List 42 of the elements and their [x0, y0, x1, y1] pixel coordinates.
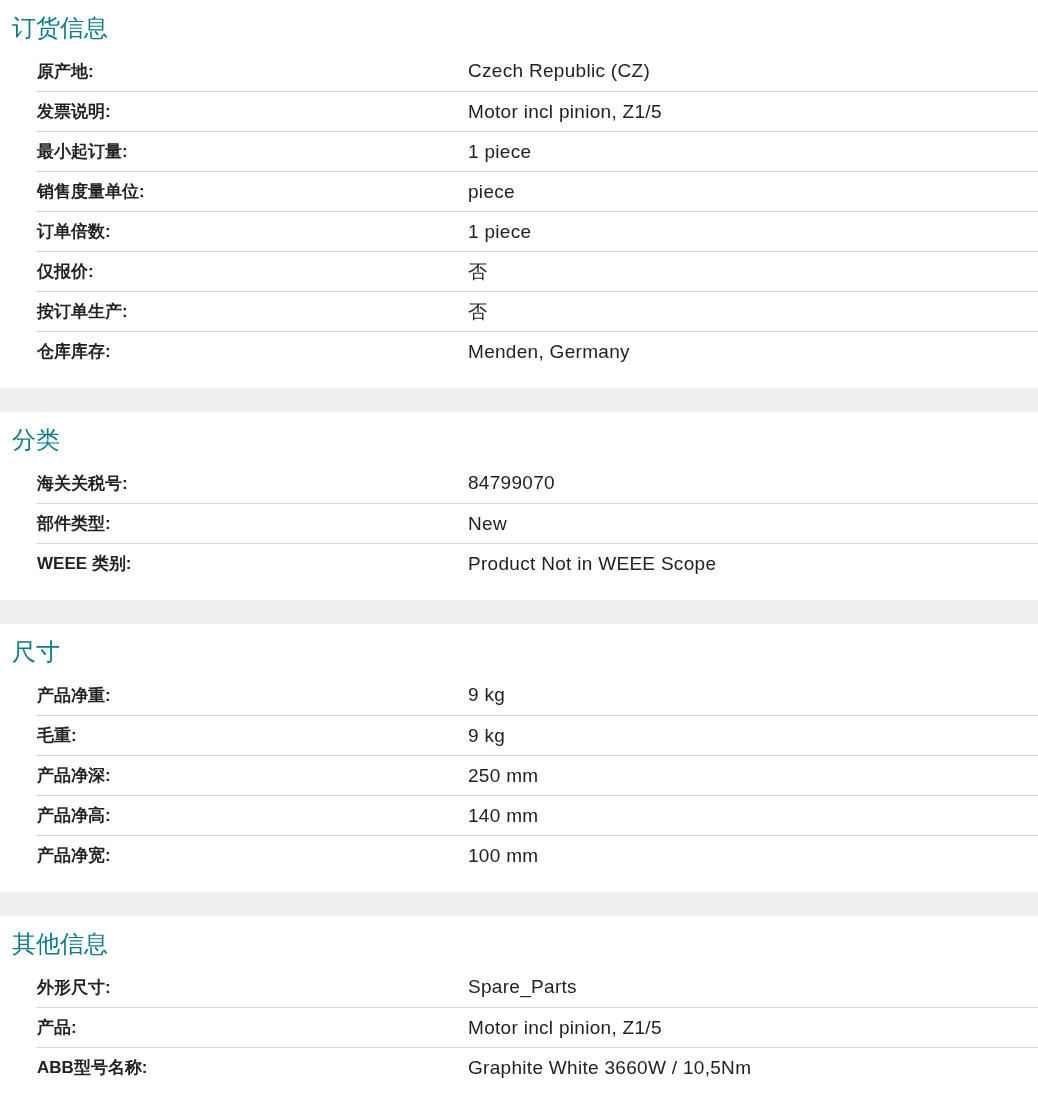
field-label: 最小起订量: [37, 141, 129, 163]
field-label: 仅报价: [37, 261, 95, 283]
field-label: 发票说明: [37, 101, 112, 123]
field-label: 外形尺寸: [37, 976, 112, 999]
field-label: 订单倍数: [37, 221, 112, 243]
field-label: 海关关税号: [37, 472, 129, 495]
field-value: 否 [468, 259, 488, 284]
field-value: piece [468, 180, 515, 203]
field-value: Czech Republic (CZ) [468, 60, 651, 82]
field-label: 仓库库存: [37, 341, 112, 363]
field-label: 销售度量单位: [37, 181, 146, 203]
field-label: 产品净重: [37, 684, 112, 707]
field-label: 产品净宽: [37, 845, 112, 867]
field-label: 产品: [37, 1017, 78, 1039]
section-title: 其他信息 [12, 929, 109, 960]
field-value: Graphite White 3660W / 10,5Nm [468, 1056, 752, 1079]
field-value: Motor incl pinion, Z1/5 [468, 1016, 662, 1039]
section-title: 尺寸 [12, 637, 61, 668]
field-value: Product Not in WEEE Scope [468, 552, 717, 575]
field-label: 产品净高: [37, 805, 112, 827]
field-value: 9 kg [468, 724, 506, 747]
field-label: 原产地: [37, 60, 95, 83]
section-title: 分类 [12, 425, 61, 456]
field-value: 140 mm [468, 804, 539, 827]
field-value: 100 mm [468, 844, 539, 867]
field-value: 84799070 [468, 472, 555, 494]
field-value: Menden, Germany [468, 340, 630, 363]
field-label: 按订单生产: [37, 301, 129, 323]
field-value: 9 kg [468, 684, 506, 706]
field-value: 1 piece [468, 220, 532, 243]
field-label: ABB型号名称: [37, 1057, 149, 1079]
field-value: 否 [468, 299, 488, 324]
field-value: Spare_Parts [468, 976, 577, 998]
field-value: 250 mm [468, 764, 539, 787]
section-title: 订货信息 [12, 13, 109, 44]
field-label: 毛重: [37, 725, 78, 747]
field-label: 产品净深: [37, 765, 112, 787]
field-value: 1 piece [468, 140, 532, 163]
field-value: Motor incl pinion, Z1/5 [468, 100, 662, 123]
field-label: WEEE 类别: [37, 553, 133, 575]
field-label: 部件类型: [37, 513, 112, 535]
field-value: New [468, 512, 507, 535]
